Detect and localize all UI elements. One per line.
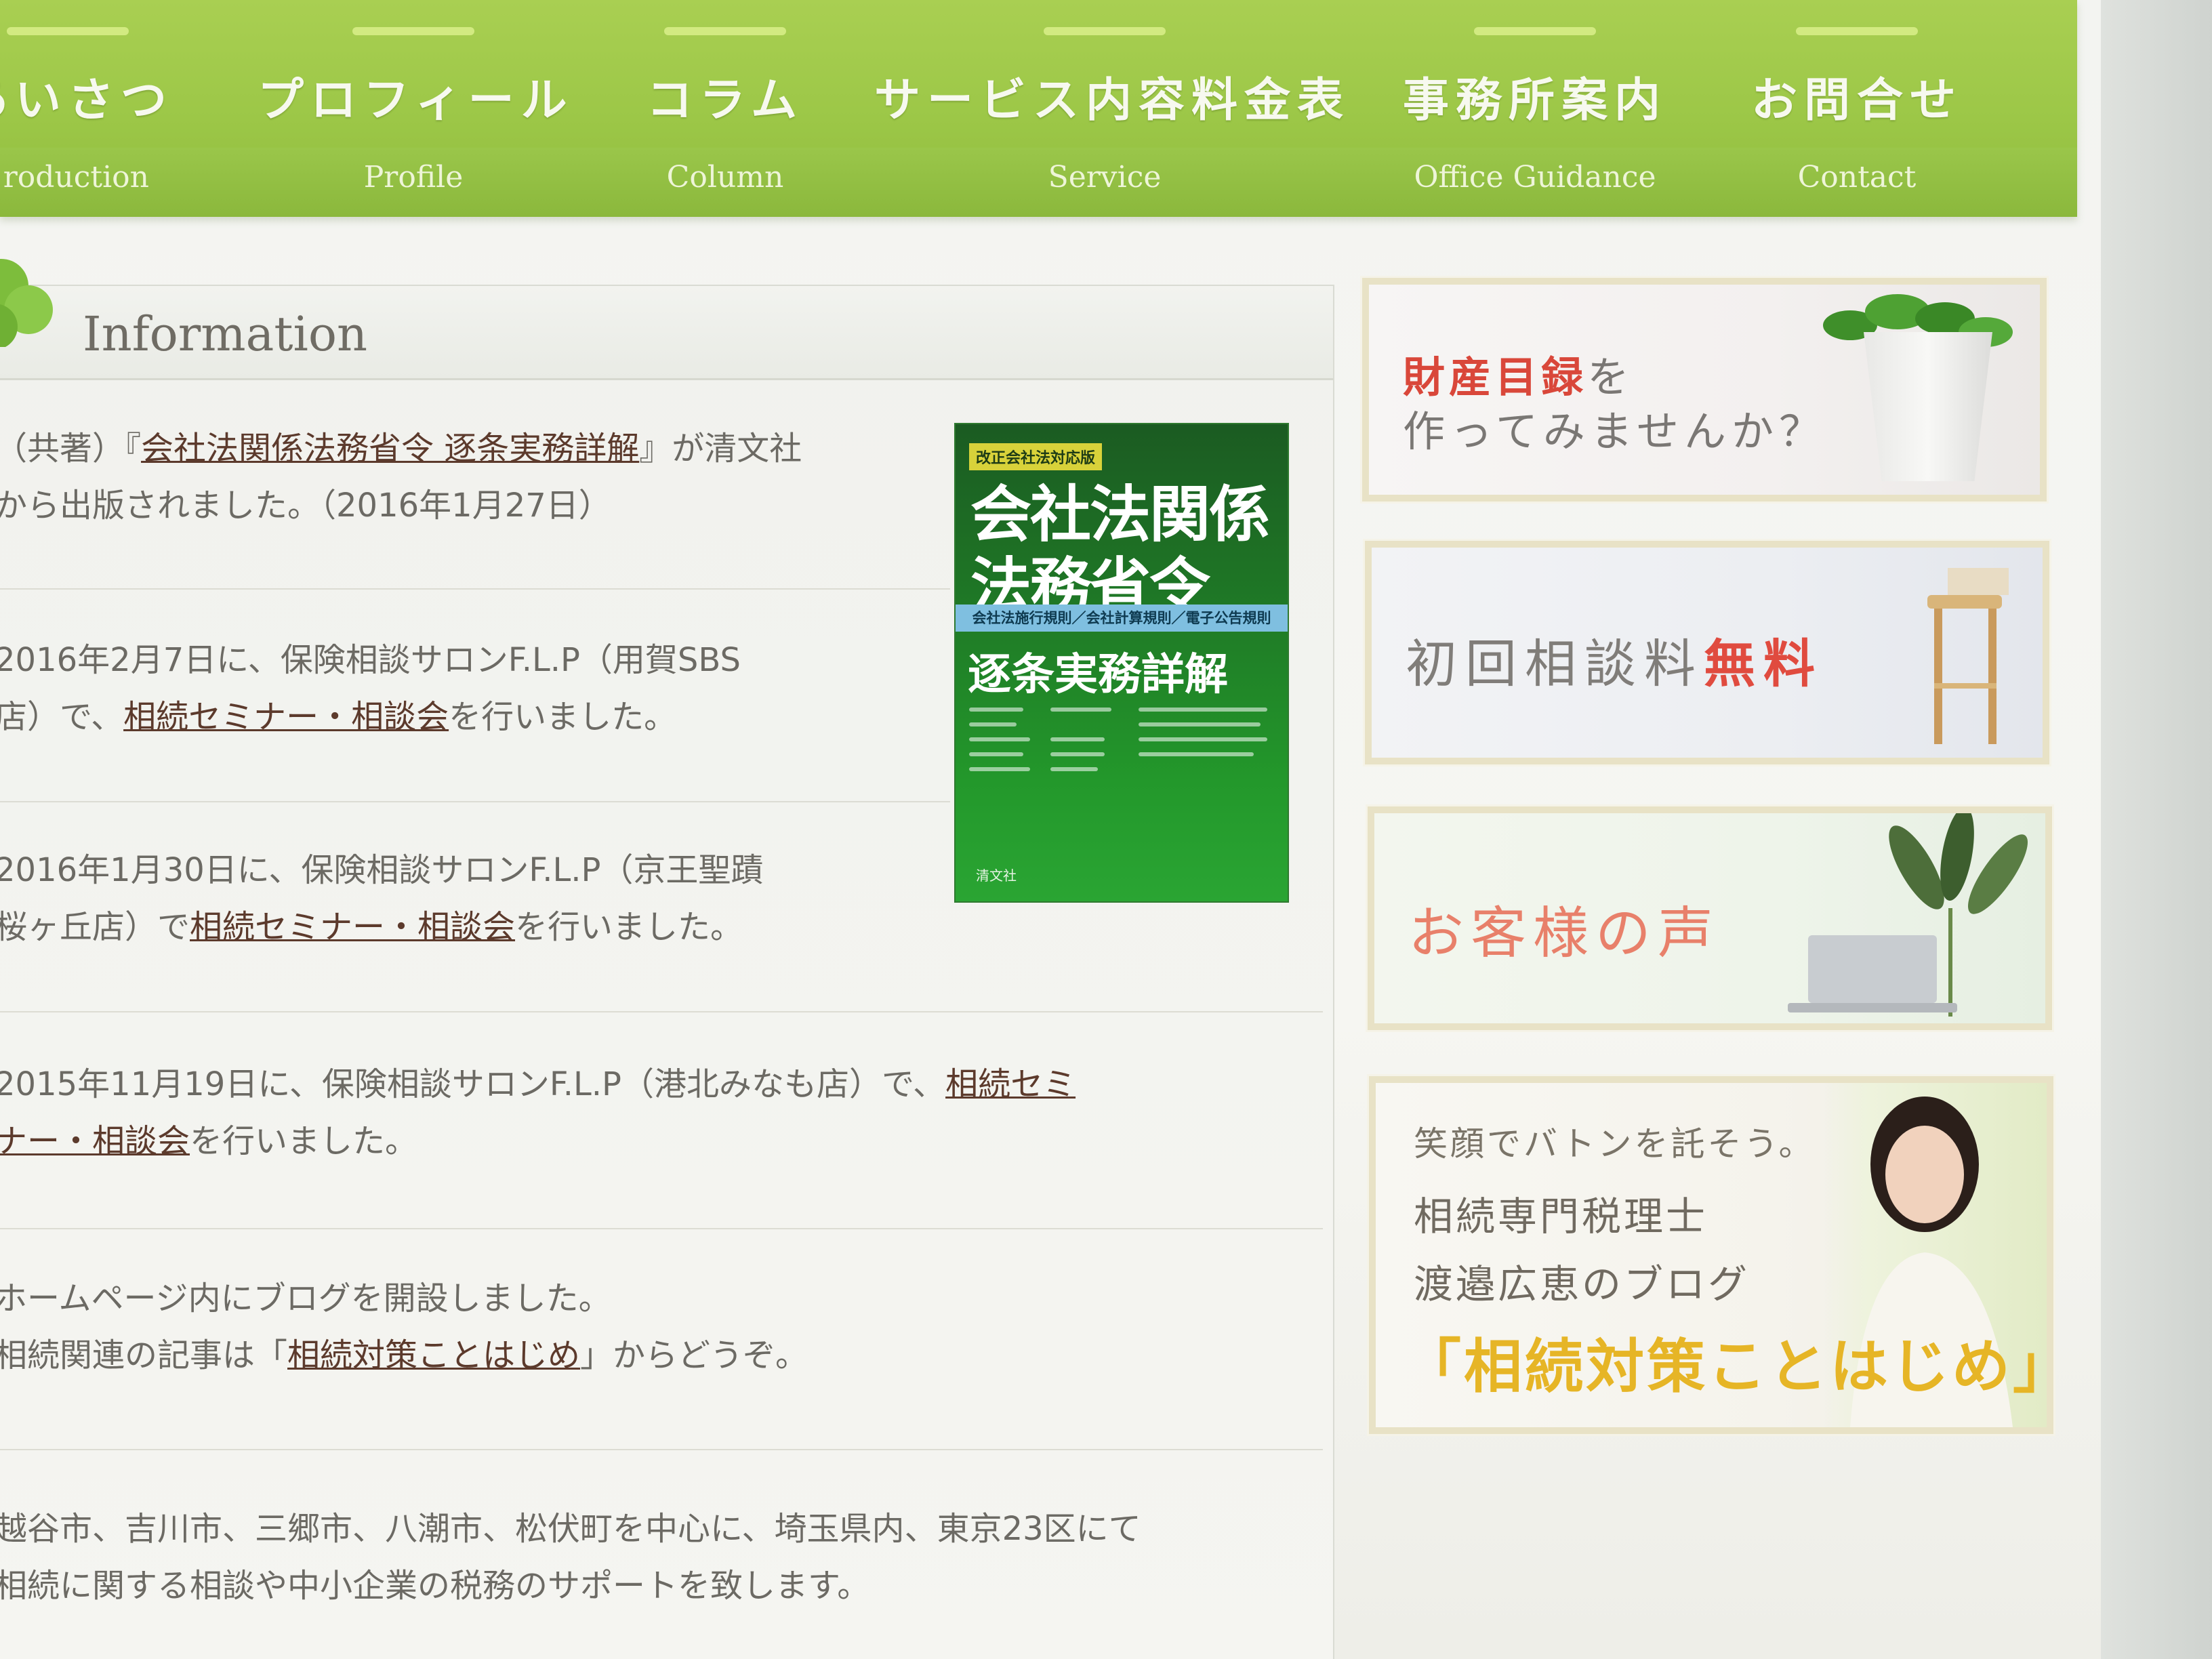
news-line: 店）で、相続セミナー・相談会を行いました。: [0, 689, 741, 745]
banner-blog-role: 相続専門税理士: [1414, 1193, 1708, 1240]
news-text: 桜ヶ丘店）で: [0, 908, 190, 946]
banner-asset-highlight: 財産目録: [1403, 352, 1588, 402]
nav-label-jp: サービス内容料金表: [874, 73, 1351, 127]
news-item: 2015年11月19日に、保険相談サロンF.L.P（港北みなも店）で、相続セミ …: [0, 1056, 1076, 1170]
nav-indicator: [7, 27, 129, 35]
news-divider: [0, 588, 950, 590]
book-cover-image[interactable]: 改正会社法対応版 会社法関係 法務省令 会社法施行規則／会社計算規則／電子公告規…: [956, 424, 1288, 901]
seminar-link[interactable]: 相続セミナー・相談会: [123, 698, 449, 736]
nav-label-en: Contact: [1797, 160, 1917, 194]
flower-pot-icon: [1864, 332, 1992, 481]
news-text: 」からどうぞ。: [580, 1336, 808, 1374]
news-divider: [0, 1449, 1323, 1450]
nav-item-office[interactable]: 事務所案内 Office Guidance: [1376, 0, 1694, 217]
news-line: 越谷市、吉川市、三郷市、八潮市、松伏町を中心に、埼玉県内、東京23区にて: [0, 1510, 1141, 1548]
news-item: ホームページ内にブログを開設しました。 相続関連の記事は「相続対策ことはじめ」か…: [0, 1270, 808, 1384]
nav-item-greeting[interactable]: あいさつ roduction: [0, 0, 190, 217]
news-item: 2016年2月7日に、保険相談サロンF.L.P（用賀SBS 店）で、相続セミナー…: [0, 632, 741, 745]
browser-screen: あいさつ roduction プロフィール Profile コラム Column…: [0, 0, 2101, 1659]
nav-indicator: [1044, 27, 1166, 35]
nav-label-en: Profile: [363, 160, 464, 194]
news-text: を行いました。: [190, 1122, 418, 1160]
news-text: を行いました。: [449, 698, 677, 736]
banner-blog-author: 渡邉広恵のブログ: [1414, 1261, 1750, 1307]
laptop-icon: [1788, 935, 1957, 1012]
book-credits: [969, 708, 1274, 789]
nav-label-en: roduction: [3, 160, 149, 194]
banner-blog[interactable]: 笑顔でバトンを託そう。 相続専門税理士 渡邉広恵のブログ 「相続対策ことはじめ」: [1369, 1076, 2053, 1434]
seminar-link[interactable]: 相続セミナー・相談会: [190, 908, 515, 946]
banner-free-highlight: 無料: [1704, 634, 1823, 694]
clover-icon: [0, 259, 53, 347]
stool-icon: [1927, 568, 2009, 744]
nav-label-en: Office Guidance: [1414, 160, 1656, 194]
book-link[interactable]: 会社法関係法務省令 逐条実務詳解: [141, 430, 639, 468]
seminar-link[interactable]: 相続セミ: [945, 1065, 1076, 1103]
nav-label-jp: プロフィール: [258, 73, 574, 127]
news-divider: [0, 1011, 1323, 1012]
global-nav: あいさつ roduction プロフィール Profile コラム Column…: [0, 0, 2077, 217]
news-item: 越谷市、吉川市、三郷市、八潮市、松伏町を中心に、埼玉県内、東京23区にて 相続に…: [0, 1500, 1141, 1614]
nav-indicator: [1474, 27, 1596, 35]
banner-customer-voice[interactable]: お客様の声: [1368, 806, 2052, 1030]
book-subtitle: 逐条実務詳解: [968, 650, 1228, 700]
news-line: （共著）『会社法関係法務省令 逐条実務詳解』が清文社: [0, 420, 802, 477]
news-line: ナー・相談会を行いました。: [0, 1113, 1076, 1170]
banner-blog-title: 「相続対策ことはじめ」: [1403, 1333, 2053, 1401]
news-line: 2015年11月19日に、保険相談サロンF.L.P（港北みなも店）で、相続セミ: [0, 1056, 1076, 1113]
news-line: 2016年1月30日に、保険相談サロンF.L.P（京王聖蹟: [0, 851, 764, 889]
news-text: を行いました。: [515, 908, 743, 946]
nav-item-column[interactable]: コラム Column: [610, 0, 840, 217]
information-title: Information: [83, 306, 368, 362]
nav-label-jp: 事務所案内: [1402, 73, 1667, 127]
news-line: 相続に関する相談や中小企業の税務のサポートを致します。: [0, 1567, 870, 1605]
nav-label-jp: コラム: [647, 73, 804, 127]
monitor-bezel: [2101, 0, 2212, 1659]
nav-item-contact[interactable]: お問合せ Contact: [1721, 0, 1992, 217]
banner-blog-tagline: 笑顔でバトンを託そう。: [1414, 1124, 1816, 1164]
nav-label-en: Column: [666, 160, 784, 194]
news-text: 2015年11月19日に、保険相談サロンF.L.P（港北みなも店）で、: [0, 1065, 946, 1103]
news-line: 桜ヶ丘店）で相続セミナー・相談会を行いました。: [0, 899, 763, 956]
news-item: 2016年1月30日に、保険相談サロンF.L.P（京王聖蹟 桜ヶ丘店）で相続セミ…: [0, 842, 763, 956]
nav-item-service[interactable]: サービス内容料金表 Service: [874, 0, 1351, 217]
banner-asset-inventory[interactable]: 財産目録を 作ってみませんか？: [1362, 278, 2047, 501]
banner-free-consultation[interactable]: 初回相談料無料: [1365, 541, 2049, 764]
nav-item-profile[interactable]: プロフィール Profile: [258, 0, 569, 217]
banner-voice-label: お客様の声: [1408, 901, 1721, 966]
news-line: ホームページ内にブログを開設しました。: [0, 1279, 611, 1317]
nav-label-jp: お問合せ: [1750, 73, 1963, 127]
nav-label-en: Service: [1048, 160, 1162, 194]
banner-free-text: 初回相談料: [1406, 634, 1704, 694]
nav-indicator: [664, 27, 786, 35]
book-publisher: 清文社: [976, 867, 1017, 884]
banner-asset-line2: 作ってみませんか？: [1403, 407, 1827, 456]
news-text: 相続関連の記事は「: [0, 1336, 288, 1374]
news-line: から出版されました。（2016年1月27日）: [0, 487, 611, 525]
news-text: 店）で、: [0, 698, 124, 736]
book-band: 会社法施行規則／会社計算規則／電子公告規則: [956, 605, 1288, 632]
nav-indicator: [1796, 27, 1918, 35]
news-item: （共著）『会社法関係法務省令 逐条実務詳解』が清文社 から出版されました。（20…: [0, 420, 802, 534]
news-divider: [0, 1228, 1323, 1229]
news-text: （共著）『: [0, 430, 142, 468]
seminar-link[interactable]: ナー・相談会: [0, 1122, 190, 1160]
news-divider: [0, 801, 950, 802]
information-header: Information: [0, 259, 1333, 380]
news-line: 相続関連の記事は「相続対策ことはじめ」からどうぞ。: [0, 1327, 808, 1384]
nav-indicator: [352, 27, 474, 35]
banner-asset-line1: 財産目録を: [1403, 343, 1633, 404]
news-text: 』が清文社: [639, 430, 802, 468]
blog-link[interactable]: 相続対策ことはじめ: [287, 1336, 580, 1374]
news-line: 2016年2月7日に、保険相談サロンF.L.P（用賀SBS: [0, 641, 741, 679]
nav-label-jp: あいさつ: [0, 73, 173, 127]
banner-free-label: 初回相談料無料: [1406, 622, 1823, 697]
banner-asset-particle: を: [1587, 352, 1634, 402]
